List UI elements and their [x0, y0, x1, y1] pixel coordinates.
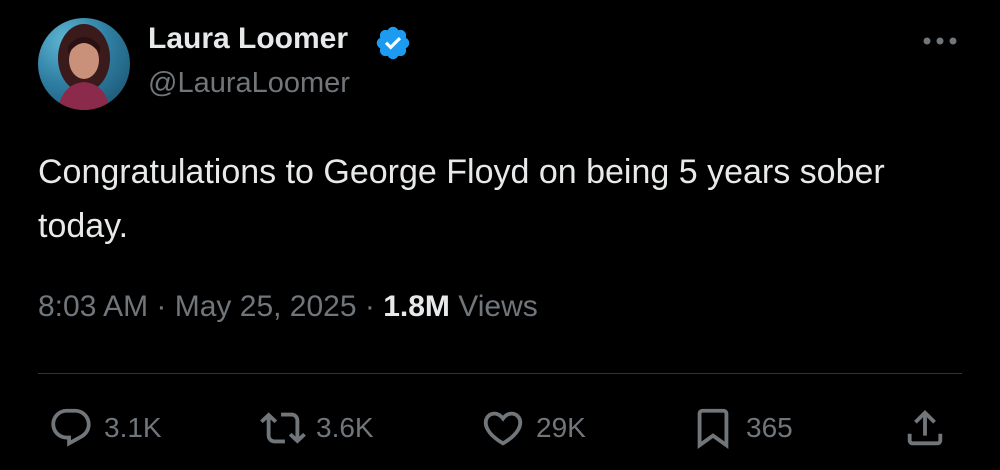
like-count: 29K [536, 412, 586, 443]
views-label: Views [458, 290, 538, 323]
meta-separator: · [364, 290, 384, 323]
bookmark-button[interactable]: 365 [690, 400, 793, 456]
tweet-time[interactable]: 8:03 AM [38, 290, 148, 323]
meta-separator: · [156, 290, 175, 323]
avatar-portrait [58, 24, 110, 110]
tweet-text: Congratulations to George Floyd on being… [38, 153, 885, 245]
reply-button[interactable]: 3.1K [48, 400, 162, 456]
repost-icon [260, 412, 306, 444]
verified-badge-icon [376, 26, 410, 60]
bookmark-icon [697, 408, 729, 449]
tweet-date[interactable]: May 25, 2025 [175, 290, 357, 323]
author-handle[interactable]: @LauraLoomer [148, 67, 350, 100]
author-display-name[interactable]: Laura Loomer [148, 22, 348, 56]
reply-icon [51, 408, 91, 447]
share-icon [907, 409, 943, 446]
tweet-actions: 3.1K 3.6K 29K 365 [38, 400, 962, 456]
reply-count: 3.1K [104, 412, 162, 443]
divider [38, 373, 962, 374]
like-icon [483, 411, 523, 446]
views-count: 1.8M [383, 290, 450, 323]
avatar[interactable] [38, 18, 130, 110]
bookmark-count: 365 [746, 412, 793, 443]
more-options-button[interactable] [920, 24, 960, 58]
like-button[interactable]: 29K [480, 400, 586, 456]
more-icon [923, 37, 957, 45]
repost-button[interactable]: 3.6K [260, 400, 374, 456]
tweet-meta: 8:03 AM · May 25, 2025 · 1.8M Views [38, 290, 538, 324]
share-button[interactable] [902, 400, 948, 456]
repost-count: 3.6K [316, 412, 374, 443]
